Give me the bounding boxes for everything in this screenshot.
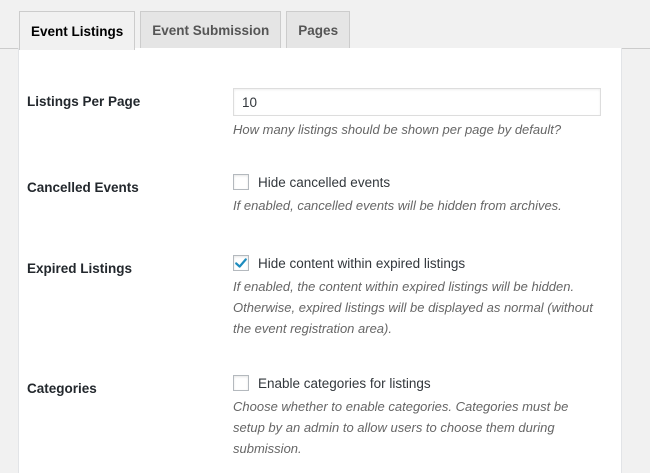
settings-panel: Listings Per Page How many listings shou… — [18, 48, 622, 473]
settings-tabs: Event Listings Event Submission Pages — [19, 11, 351, 50]
hide-cancelled-events-checkbox[interactable] — [233, 174, 249, 190]
hide-cancelled-events-option[interactable]: Hide cancelled events — [233, 172, 603, 192]
listings-per-page-label: Listings Per Page — [27, 94, 141, 109]
listings-per-page-input[interactable] — [233, 88, 601, 116]
cancelled-events-description: If enabled, cancelled events will be hid… — [233, 198, 562, 213]
hide-expired-content-label: Hide content within expired listings — [258, 255, 466, 271]
tab-pages[interactable]: Pages — [286, 11, 351, 49]
expired-listings-field: Hide content within expired listings If … — [233, 253, 603, 339]
categories-field: Enable categories for listings Choose wh… — [233, 373, 603, 459]
expired-listings-label: Expired Listings — [27, 261, 133, 276]
listings-per-page-field: How many listings should be shown per pa… — [233, 88, 603, 140]
settings-page: Event Listings Event Submission Pages Li… — [0, 0, 650, 473]
hide-cancelled-events-label: Hide cancelled events — [258, 174, 391, 190]
enable-categories-checkbox[interactable] — [233, 375, 249, 391]
cancelled-events-field: Hide cancelled events If enabled, cancel… — [233, 172, 603, 216]
checkmark-icon — [235, 258, 247, 268]
expired-listings-description: If enabled, the content within expired l… — [233, 279, 593, 336]
listings-per-page-description: How many listings should be shown per pa… — [233, 122, 562, 137]
cancelled-events-label: Cancelled Events — [27, 180, 139, 195]
categories-description: Choose whether to enable categories. Cat… — [233, 399, 569, 456]
enable-categories-label: Enable categories for listings — [258, 375, 431, 391]
tab-event-submission[interactable]: Event Submission — [140, 11, 282, 49]
categories-label: Categories — [27, 381, 97, 396]
hide-expired-content-checkbox[interactable] — [233, 255, 249, 271]
tab-event-listings[interactable]: Event Listings — [19, 11, 136, 50]
enable-categories-option[interactable]: Enable categories for listings — [233, 373, 603, 393]
hide-expired-content-option[interactable]: Hide content within expired listings — [233, 253, 603, 273]
